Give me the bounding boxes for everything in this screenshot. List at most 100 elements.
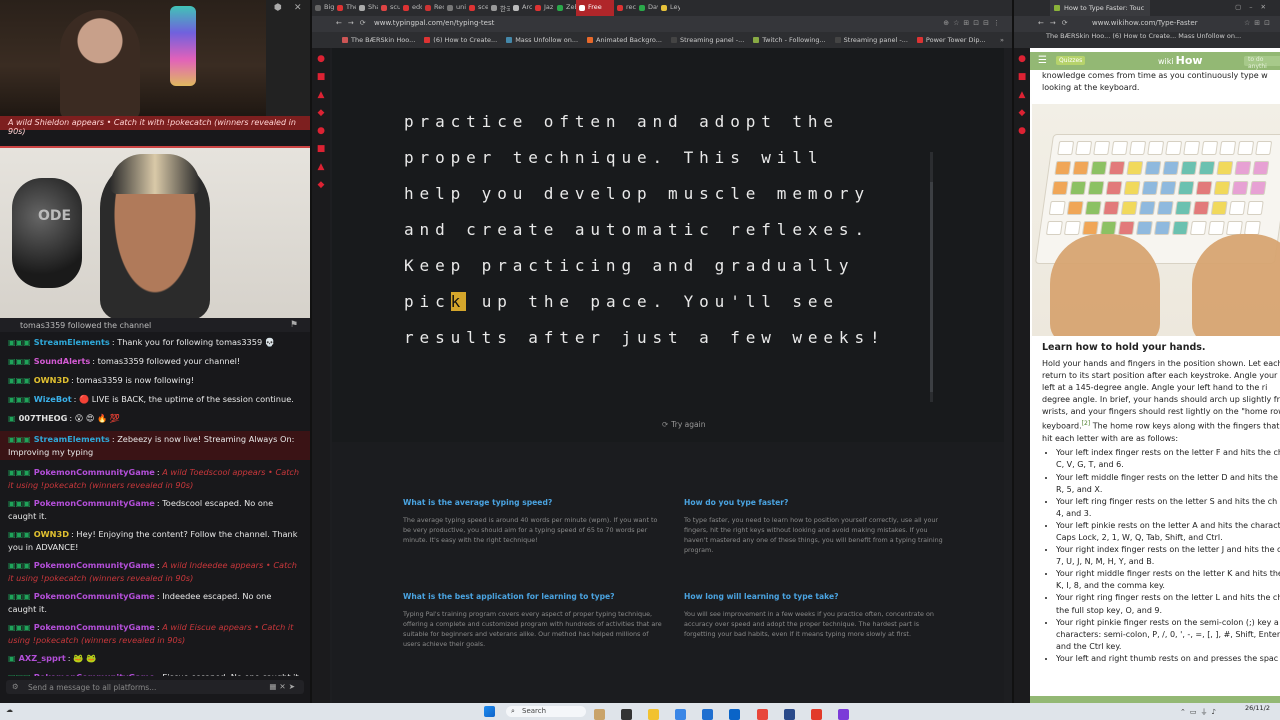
sidebar-icon[interactable]: ◆ (312, 108, 330, 120)
pin-icon[interactable]: ⬢ (274, 3, 282, 13)
chat-username[interactable]: OWN3D (34, 529, 69, 539)
sidebar-icon[interactable]: ● (1014, 126, 1030, 138)
badge-icons: ▣ (8, 654, 16, 663)
chat-username[interactable]: OWN3D (34, 375, 69, 385)
start-button[interactable] (484, 706, 495, 717)
browser-tab[interactable]: 한국 (488, 0, 510, 16)
extension-icons[interactable]: ☆⊞⊡ (1244, 19, 1274, 27)
tab-wikihow[interactable]: How to Type Faster: Touc (1050, 0, 1150, 16)
more-bookmarks-icon[interactable]: » (1000, 36, 1004, 44)
bookmark-item[interactable]: The BÆRSkin Hoo... (342, 36, 415, 44)
sidebar-icon[interactable]: ▲ (1014, 90, 1030, 102)
chat-input[interactable]: ⚙ Send a message to all platforms... ▦✕➤ (6, 680, 304, 694)
sidebar-icon[interactable]: ◆ (312, 180, 330, 192)
bookmark-bar[interactable]: The BÆRSkin Hoo... (6) How to Create... … (1014, 32, 1280, 48)
badge-icons: ▣▣▣ (8, 395, 31, 404)
weather-icon[interactable]: ☁ (6, 706, 13, 714)
bookmark-item[interactable]: (6) How to Create... (424, 36, 497, 44)
extension-icons[interactable]: ⊕☆⊞⊡⊟⋮ (943, 19, 1004, 27)
chat-username[interactable]: 007THEOG (19, 413, 68, 423)
url-text[interactable]: www.typingpal.com/en/typing-test (374, 19, 854, 27)
chat-username[interactable]: PokemonCommunityGame (34, 498, 155, 508)
browser-tab[interactable]: Dav (636, 0, 658, 16)
chat-username[interactable]: PokemonCommunityGame (34, 467, 155, 477)
browser-tab[interactable]: Free (576, 0, 614, 16)
browser-tab[interactable]: Arc (510, 0, 532, 16)
browser-tab[interactable]: Zeb (554, 0, 576, 16)
pinned-event-text: tomas3359 followed the channel (20, 321, 152, 330)
app-icon[interactable] (702, 709, 714, 720)
sidebar-icon[interactable]: ● (312, 126, 330, 138)
browser-tab[interactable]: Rec (422, 0, 444, 16)
gear-icon[interactable]: ⚙ (12, 682, 19, 691)
chat-username[interactable]: StreamElements (34, 434, 110, 444)
chat-username[interactable]: StreamElements (34, 337, 110, 347)
app-icon[interactable] (783, 709, 795, 720)
taskbar-search[interactable]: ⌕ Search (506, 706, 586, 717)
sidebar-icon[interactable]: ● (1014, 54, 1030, 66)
address-bar[interactable]: ←→⟳ www.typingpal.com/en/typing-test ⊕☆⊞… (312, 16, 1012, 32)
bookmark-item[interactable]: Mass Unfollow on... (506, 36, 578, 44)
app-icon[interactable] (594, 709, 605, 720)
chrome-icon[interactable] (810, 709, 822, 720)
browser-tab[interactable]: Big (312, 0, 334, 16)
url-text[interactable]: www.wikihow.com/Type-Faster (1092, 19, 1198, 27)
app-icon[interactable] (675, 709, 687, 720)
faq-question[interactable]: How long will learning to type take? (684, 592, 946, 601)
sidebar-icon[interactable]: ■ (312, 144, 330, 156)
clock[interactable]: 26/11/2 (1245, 705, 1270, 712)
sidebar-icon[interactable]: ▲ (312, 162, 330, 174)
faq-question[interactable]: What is the average typing speed? (403, 498, 665, 507)
bookmark-item[interactable]: Power Tower Dip... (916, 36, 986, 44)
browser-tab[interactable]: rec (614, 0, 636, 16)
bookmark-item[interactable]: Streaming panel -... (670, 36, 744, 44)
app-icon[interactable] (837, 709, 849, 720)
chat-username[interactable]: PokemonCommunityGame (34, 672, 155, 676)
sidebar-icon[interactable]: ▲ (312, 90, 330, 102)
nav-buttons-icon[interactable]: ←→⟳ (1038, 19, 1074, 27)
app-icon[interactable] (756, 709, 768, 720)
close-icon[interactable]: ✕ (294, 3, 302, 13)
sidebar-icon[interactable]: ■ (1014, 72, 1030, 84)
app-icon[interactable] (729, 709, 741, 720)
typing-test-area[interactable]: practice often and adopt the proper tech… (332, 48, 1004, 442)
browser-tab[interactable]: Ley (658, 0, 680, 16)
window-controls-icon[interactable]: ▢–✕ (1235, 3, 1274, 11)
chat-username[interactable]: AXZ_spprt (19, 653, 66, 663)
browser-tab[interactable]: scu (378, 0, 400, 16)
address-bar[interactable]: ←→⟳ www.wikihow.com/Type-Faster ☆⊞⊡ (1014, 16, 1280, 32)
sidebar-icon[interactable]: ■ (312, 72, 330, 84)
wikihow-logo[interactable]: wiki How (1158, 54, 1203, 67)
user-icon[interactable]: ⚑ (290, 320, 298, 330)
chat-username[interactable]: PokemonCommunityGame (34, 591, 155, 601)
chat-tools-icon[interactable]: ▦✕➤ (269, 682, 298, 691)
browser-tab[interactable]: uni (444, 0, 466, 16)
bookmark-item[interactable]: Twitch - Following... (753, 36, 826, 44)
chat-username[interactable]: SoundAlerts (34, 356, 91, 366)
bookmark-item[interactable]: Streaming panel -... (834, 36, 908, 44)
typing-text[interactable]: practice often and adopt the proper tech… (404, 104, 934, 354)
sidebar-icon[interactable]: ● (312, 54, 330, 66)
chat-username[interactable]: WizeBot (34, 394, 72, 404)
chat-username[interactable]: PokemonCommunityGame (34, 622, 155, 632)
citation-link[interactable]: [2] (1082, 420, 1091, 427)
browser-tab[interactable]: sce (466, 0, 488, 16)
browser-tab[interactable]: edo (400, 0, 422, 16)
app-icon[interactable] (621, 709, 633, 720)
tray-icons[interactable]: ⌃▭⏚♪ (1180, 707, 1220, 717)
bookmark-item[interactable]: Animated Backgro... (587, 36, 662, 44)
nav-buttons-icon[interactable]: ←→⟳ (336, 19, 372, 27)
folder-icon[interactable] (648, 709, 660, 720)
browser-tab[interactable]: Jaz (532, 0, 554, 16)
menu-icon[interactable]: ☰ (1038, 55, 1047, 66)
faq-question[interactable]: What is the best application for learnin… (403, 592, 665, 601)
browser-tab[interactable]: Sha (356, 0, 378, 16)
chat-username[interactable]: PokemonCommunityGame (34, 560, 155, 570)
typing-scrollbar[interactable] (930, 152, 933, 402)
faq-question[interactable]: How do you type faster? (684, 498, 946, 507)
sidebar-icon[interactable]: ◆ (1014, 108, 1030, 120)
quizzes-badge[interactable]: Quizzes (1056, 56, 1086, 65)
browser-tab[interactable]: The (334, 0, 356, 16)
search-input[interactable]: to do anythi (1244, 56, 1280, 70)
try-again-button[interactable]: ⟳ Try again (662, 420, 705, 429)
